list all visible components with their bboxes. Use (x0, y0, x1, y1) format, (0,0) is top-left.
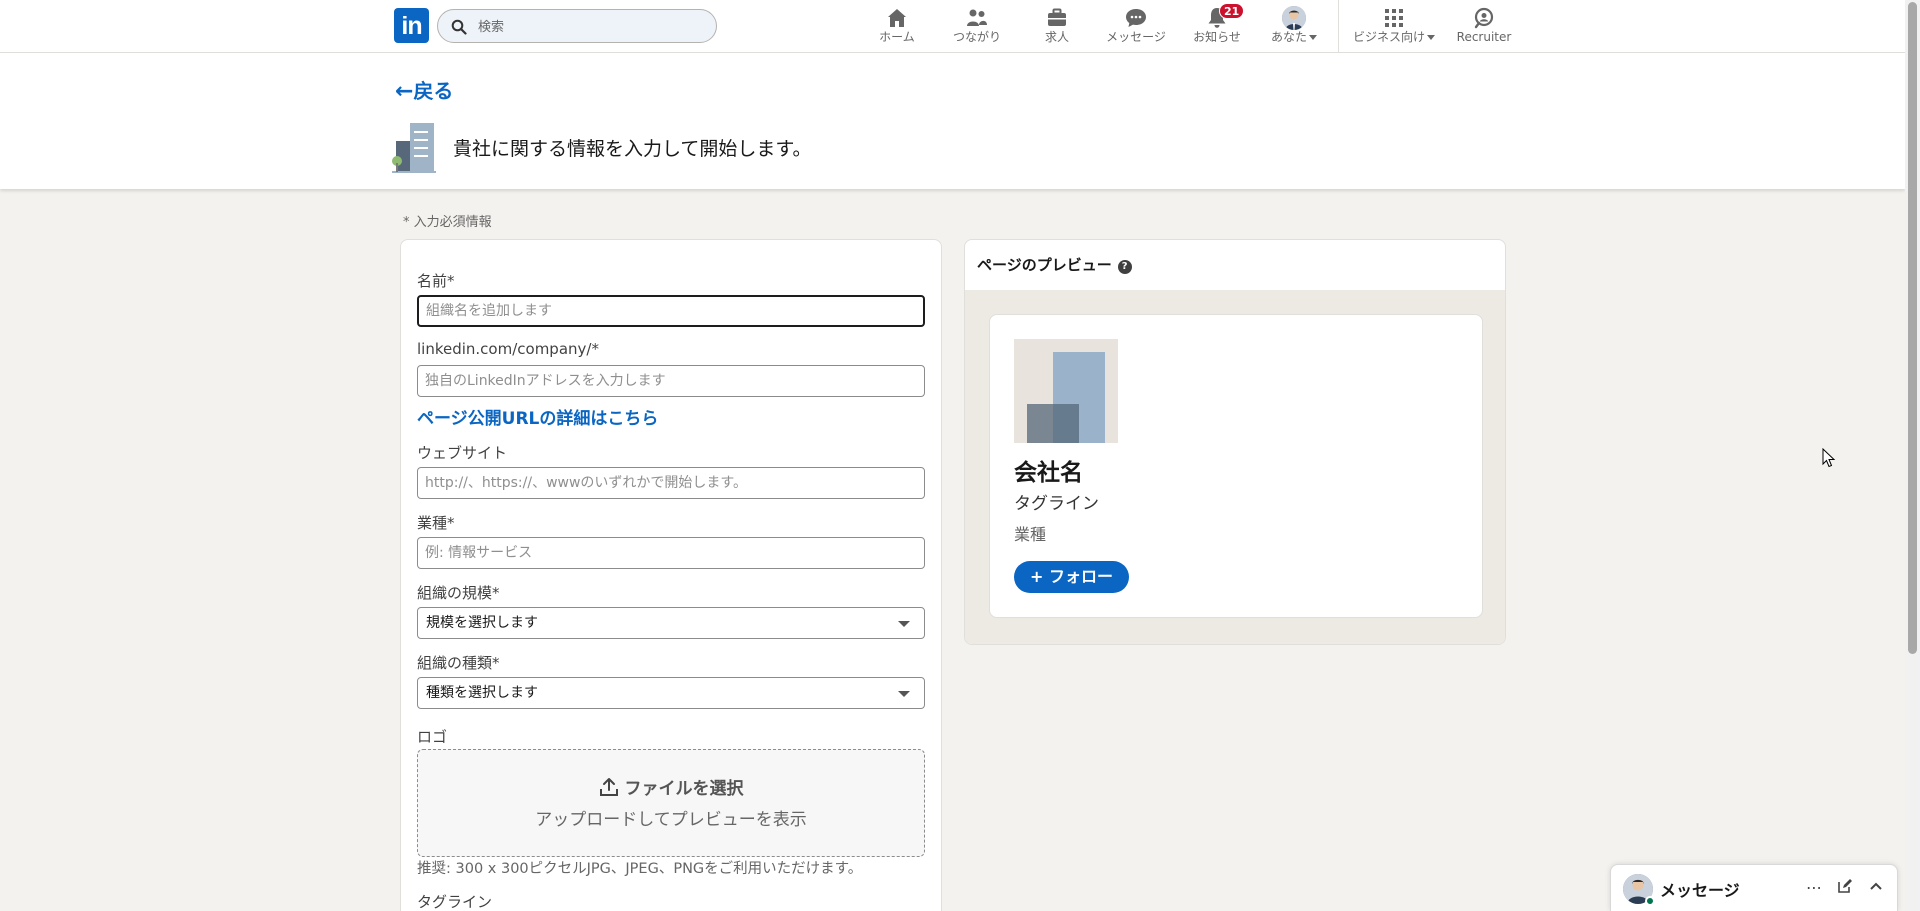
website-label: ウェブサイト (417, 444, 508, 462)
org-type-value: 種類を選択します (426, 685, 538, 701)
search-input[interactable] (478, 16, 698, 38)
preview-company-name: 会社名 (1014, 460, 1083, 486)
org-type-label: 組織の種類* (417, 654, 500, 672)
nav-label: つながり (952, 30, 1001, 44)
chevron-down-icon (1309, 35, 1317, 40)
chevron-up-icon[interactable] (1865, 878, 1887, 900)
scrollbar-thumb[interactable] (1908, 2, 1917, 654)
nav-label: 求人 (1044, 30, 1069, 44)
upload-icon (599, 778, 618, 796)
chevron-down-icon (1427, 35, 1435, 40)
linkedin-logo[interactable]: in (394, 8, 429, 43)
briefcase-icon (1048, 8, 1066, 26)
name-field[interactable] (417, 295, 925, 327)
follow-button[interactable]: + フォロー (1014, 561, 1129, 593)
nav-item-network[interactable]: つながり (950, 6, 1004, 48)
logo-label: ロゴ (417, 728, 448, 746)
nav-item-me[interactable]: あなた (1265, 6, 1323, 48)
network-icon (967, 9, 987, 26)
org-size-select[interactable]: 規模を選択します (417, 607, 925, 639)
nav-item-recruiter[interactable]: Recruiter (1454, 6, 1514, 48)
nav-label: あなた (1270, 30, 1307, 44)
company-logo-placeholder (1014, 339, 1118, 443)
industry-field[interactable] (417, 537, 925, 569)
preview-heading: ページのプレビュー (977, 256, 1112, 274)
public-url-help-link[interactable]: ページ公開URLの詳細はこちら (417, 404, 658, 429)
online-status-dot (1645, 896, 1655, 906)
back-link[interactable]: ←戻る (395, 75, 453, 104)
nav-label: ホーム (879, 30, 915, 44)
messaging-title: メッセージ (1660, 881, 1740, 900)
recruiter-icon (1474, 7, 1494, 29)
global-nav: in ホーム つながり 求人 (0, 0, 1905, 53)
org-size-value: 規模を選択します (426, 615, 538, 631)
nav-label: Recruiter (1456, 30, 1512, 44)
home-icon (888, 9, 906, 27)
nav-item-messaging[interactable]: メッセージ (1102, 6, 1170, 48)
choose-file-button[interactable]: ファイルを選択 (625, 779, 744, 799)
compose-icon[interactable] (1834, 878, 1856, 900)
nav-item-notifications[interactable]: 21 お知らせ (1190, 3, 1245, 48)
search-icon (451, 19, 467, 35)
nav-item-for-business[interactable]: ビジネス向け (1348, 6, 1440, 48)
help-icon[interactable]: ? (1117, 260, 1132, 274)
dropdown-arrow-icon (898, 691, 910, 697)
name-label: 名前* (417, 272, 455, 290)
website-field[interactable] (417, 467, 925, 499)
nav-label: ビジネス向け (1352, 30, 1425, 44)
org-size-label: 組織の規模* (417, 584, 500, 602)
grid-icon (1385, 9, 1403, 27)
preview-tagline: タグライン (1014, 494, 1099, 514)
nav-item-home[interactable]: ホーム (876, 6, 918, 48)
avatar (1282, 6, 1306, 30)
tagline-label: タグライン (417, 893, 493, 911)
page-preview-card: ページのプレビュー? 会社名 タグライン 業種 + フォロー (964, 239, 1506, 645)
messaging-dock[interactable]: メッセージ ⋯ (1610, 864, 1898, 911)
required-note: * 入力必須情報 (403, 215, 492, 230)
preview-industry: 業種 (1014, 525, 1047, 544)
upload-hint: アップロードしてプレビューを表示 (535, 810, 807, 830)
page-scrollbar[interactable] (1905, 0, 1920, 911)
org-type-select[interactable]: 種類を選択します (417, 677, 925, 709)
company-url-field[interactable] (417, 365, 925, 397)
page-header: ←戻る 貴社に関する情報を入力して開始します。 (0, 53, 1905, 189)
industry-label: 業種* (417, 514, 455, 532)
more-options-icon[interactable]: ⋯ (1803, 878, 1825, 900)
company-form: 名前* linkedin.com/company/* ページ公開URLの詳細はこ… (400, 239, 942, 911)
building-icon (392, 123, 436, 173)
company-preview: 会社名 タグライン 業種 + フォロー (989, 314, 1483, 618)
page-title: 貴社に関する情報を入力して開始します。 (453, 138, 812, 160)
url-label: linkedin.com/company/* (417, 340, 599, 358)
search-bar[interactable] (437, 9, 717, 43)
messaging-icon (1126, 9, 1146, 27)
nav-label: メッセージ (1106, 30, 1166, 44)
nav-label: お知らせ (1193, 30, 1241, 44)
logo-upload-dropzone[interactable]: ファイルを選択 アップロードしてプレビューを表示 (417, 749, 925, 857)
logo-recommendation-note: 推奨: 300 x 300ピクセルJPG、JPEG、PNGをご利用いただけます。 (417, 861, 863, 877)
nav-divider (1338, 0, 1339, 53)
dropdown-arrow-icon (898, 621, 910, 627)
mouse-cursor-icon (1822, 448, 1836, 468)
nav-item-jobs[interactable]: 求人 (1040, 6, 1074, 48)
preview-area: 会社名 タグライン 業種 + フォロー (965, 290, 1505, 644)
notification-badge: 21 (1219, 3, 1245, 19)
arrow-left-icon: ← (395, 79, 414, 104)
